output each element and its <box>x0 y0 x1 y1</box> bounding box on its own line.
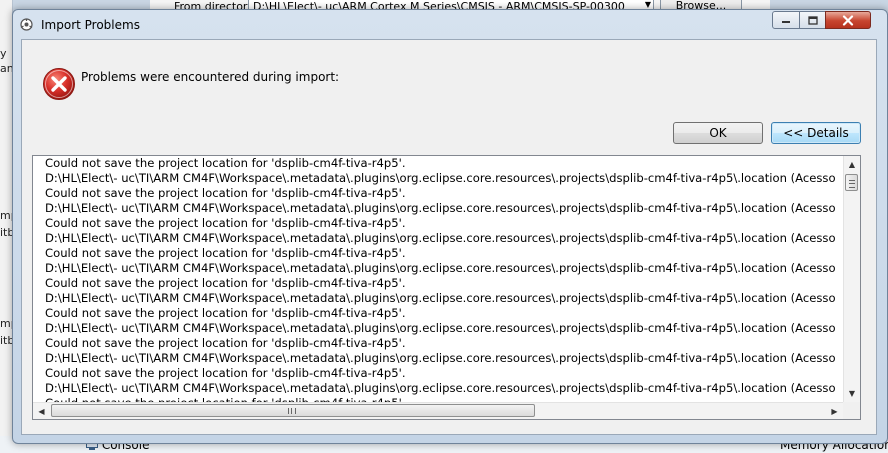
horizontal-scroll-thumb[interactable] <box>51 404 535 417</box>
details-line: Could not save the project location for … <box>45 216 406 230</box>
details-line: Could not save the project location for … <box>45 336 406 350</box>
details-line: Could not save the project location for … <box>45 156 406 170</box>
horizontal-scrollbar[interactable]: ◀ ▶ <box>33 402 843 419</box>
scroll-down-icon[interactable]: ▼ <box>844 385 860 402</box>
error-icon <box>43 68 75 100</box>
details-line: D:\HL\Elect\- uc\TI\ARM CM4F\Workspace\.… <box>45 291 835 305</box>
chevron-down-icon: ▼ <box>644 0 651 9</box>
dialog-client-area: Problems were encountered during import:… <box>21 39 877 435</box>
details-list[interactable]: Could not save the project location for … <box>32 155 861 420</box>
details-line: Could not save the project location for … <box>45 306 406 320</box>
details-line: D:\HL\Elect\- uc\TI\ARM CM4F\Workspace\.… <box>45 381 835 395</box>
details-line: D:\HL\Elect\- uc\TI\ARM CM4F\Workspace\.… <box>45 231 835 245</box>
scrollbar-corner <box>843 402 860 419</box>
maximize-button[interactable] <box>799 11 826 29</box>
details-line: D:\HL\Elect\- uc\TI\ARM CM4F\Workspace\.… <box>45 261 835 275</box>
maximize-icon <box>807 15 818 25</box>
scroll-right-icon[interactable]: ▶ <box>826 403 843 419</box>
scroll-left-icon[interactable]: ◀ <box>33 403 50 419</box>
dialog-title: Import Problems <box>41 18 140 32</box>
details-lines: Could not save the project location for … <box>45 156 835 402</box>
vertical-scroll-thumb[interactable] <box>845 174 858 191</box>
eclipse-app-icon <box>20 18 33 31</box>
details-line: D:\HL\Elect\- uc\TI\ARM CM4F\Workspace\.… <box>45 171 835 185</box>
close-button[interactable] <box>825 11 871 29</box>
dialog-titlebar[interactable]: Import Problems <box>13 10 887 38</box>
vertical-scrollbar[interactable]: ▲ ▼ <box>843 156 860 402</box>
details-line: Could not save the project location for … <box>45 186 406 200</box>
error-message: Problems were encountered during import: <box>81 70 340 84</box>
details-line: D:\HL\Elect\- uc\TI\ARM CM4F\Workspace\.… <box>45 201 835 215</box>
details-line: Could not save the project location for … <box>45 366 406 380</box>
ok-button[interactable]: OK <box>673 122 763 144</box>
import-problems-dialog: Import Problems Problems were encountere… <box>12 9 888 444</box>
details-line: D:\HL\Elect\- uc\TI\ARM CM4F\Workspace\.… <box>45 321 835 335</box>
details-line: D:\HL\Elect\- uc\TI\ARM CM4F\Workspace\.… <box>45 351 835 365</box>
details-line: Could not save the project location for … <box>45 276 406 290</box>
details-toggle-button[interactable]: << Details <box>771 122 861 144</box>
left-fragment: y <box>0 47 7 60</box>
grip-icon <box>288 408 296 414</box>
minimize-button[interactable] <box>772 11 800 29</box>
minimize-icon <box>782 21 790 23</box>
grip-icon <box>849 180 855 188</box>
details-line: Could not save the project location for … <box>45 246 406 260</box>
scroll-up-icon[interactable]: ▲ <box>844 156 860 173</box>
close-icon <box>842 14 854 26</box>
